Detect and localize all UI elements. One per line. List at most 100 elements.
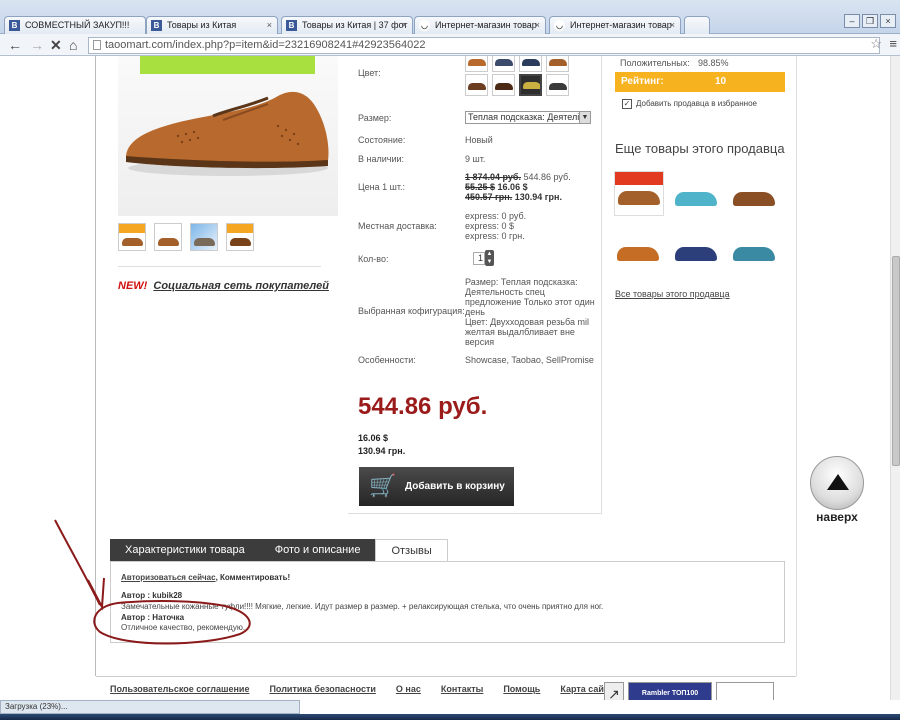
footer-link-help[interactable]: Помощь — [503, 684, 540, 694]
browser-tab[interactable]: ◡ Интернет-магазин товар × — [549, 16, 681, 34]
chevron-down-icon: ▼ — [579, 112, 590, 123]
seller-item[interactable] — [614, 171, 664, 216]
new-tab-button[interactable] — [684, 16, 710, 34]
more-seller-items-title: Еще товары этого продавца — [615, 141, 785, 156]
tab-characteristics[interactable]: Характеристики товара — [110, 539, 260, 561]
config-line: Цвет: Двухходовая резьба mil — [465, 317, 589, 327]
window-controls: – ❐ × — [844, 14, 896, 28]
footer-link-about[interactable]: О нас — [396, 684, 421, 694]
stop-icon[interactable]: ✕ — [50, 37, 62, 53]
config-line: Размер: Теплая подсказка: — [465, 277, 578, 287]
seller-rating-bar: Рейтинг: 10 — [615, 72, 785, 92]
back-arrow-icon[interactable]: ← — [8, 37, 22, 53]
comment-prompt: , Комментировать! — [215, 573, 291, 582]
back-to-top-button[interactable]: наверх — [810, 456, 864, 524]
add-to-cart-button[interactable]: 🛒 Добавить в корзину — [359, 467, 514, 506]
author-name: kubik28 — [152, 591, 183, 600]
add-seller-favorite[interactable]: ✓ Добавить продавца в избранное — [622, 99, 757, 109]
page-content: NEW! Социальная сеть покупателей Цвет: Р… — [0, 56, 900, 700]
color-label: Цвет: — [358, 68, 381, 78]
tab-label: Интернет-магазин товар — [435, 20, 537, 30]
rating-value: 10 — [715, 76, 727, 87]
browser-tab[interactable]: В Товары из Китая × — [146, 16, 278, 34]
seller-item[interactable] — [730, 226, 780, 271]
size-select[interactable]: Теплая подсказка: Деятелі ▼ — [465, 111, 591, 124]
delivery-uah: express: 0 грн. — [465, 231, 525, 241]
footer-link-privacy[interactable]: Политика безопасности — [269, 684, 375, 694]
author-name: Наточка — [152, 613, 185, 622]
taskbar — [0, 714, 900, 720]
browser-tab[interactable]: В Товары из Китая | 37 фот × — [281, 16, 413, 34]
tab-photo-description[interactable]: Фото и описание — [259, 539, 376, 561]
thumbnail-3[interactable] — [190, 223, 218, 251]
home-icon[interactable]: ⌂ — [69, 37, 77, 53]
checkbox-icon[interactable]: ✓ — [622, 99, 632, 109]
url-input[interactable]: taoomart.com/index.php?p=item&id=2321690… — [88, 37, 880, 54]
tab-label: СОВМЕСТНЫЙ ЗАКУП!!! — [25, 20, 130, 30]
footer-links: Пользовательское соглашение Политика без… — [110, 684, 613, 694]
seller-item[interactable] — [672, 226, 722, 271]
menu-icon[interactable]: ≡ — [889, 36, 897, 51]
price-usd: 55.25 $ 16.06 $ — [465, 182, 528, 192]
config-line: Деятельность спец — [465, 287, 545, 297]
browser-tab[interactable]: В СОВМЕСТНЫЙ ЗАКУП!!! — [4, 16, 146, 34]
social-network-link[interactable]: Социальная сеть покупателей — [153, 280, 329, 292]
seller-item[interactable] — [672, 171, 722, 216]
color-swatch[interactable] — [546, 74, 569, 96]
color-swatch[interactable] — [465, 56, 488, 72]
loading-icon: ◡ — [419, 20, 430, 31]
new-price-usd: 16.06 $ — [497, 182, 528, 192]
vk-icon: В — [9, 20, 20, 31]
color-swatch[interactable] — [519, 56, 542, 72]
color-swatch[interactable] — [465, 74, 488, 96]
old-price-rub: 1 874.04 руб. — [465, 172, 521, 182]
arrow-icon[interactable]: ↗ — [604, 682, 624, 700]
tab-label: Интернет-магазин товар — [570, 20, 672, 30]
old-price-usd: 55.25 $ — [465, 182, 496, 192]
close-window-icon[interactable]: × — [880, 14, 896, 28]
scrollbar[interactable] — [890, 56, 900, 700]
liveinternet-counter[interactable] — [716, 682, 774, 700]
color-swatch-selected[interactable] — [519, 74, 542, 96]
browser-tab-bar: В СОВМЕСТНЫЙ ЗАКУП!!! В Товары из Китая … — [0, 0, 900, 34]
color-swatch[interactable] — [546, 56, 569, 72]
status-bar: Загрузка (23%)... — [0, 700, 300, 714]
seller-item[interactable] — [614, 226, 664, 271]
login-link[interactable]: Авторизоваться сейчас — [121, 573, 216, 582]
config-line: день — [465, 307, 485, 317]
config-label: Выбранная кофигурация: — [358, 306, 465, 316]
quantity-stepper[interactable]: ▲ ▼ — [485, 250, 494, 266]
delivery-usd: express: 0 $ — [465, 221, 515, 231]
positive-label: Положительных: — [620, 58, 690, 68]
thumbnail-4[interactable] — [226, 223, 254, 251]
forward-arrow-icon[interactable]: → — [30, 37, 44, 53]
close-icon[interactable]: × — [670, 17, 675, 33]
browser-tab[interactable]: ◡ Интернет-магазин товар × — [414, 16, 546, 34]
thumbnail-2[interactable] — [154, 223, 182, 251]
review-author: Автор : Наточка — [121, 613, 184, 622]
product-main-image[interactable] — [118, 56, 338, 216]
thumbnail-1[interactable] — [118, 223, 146, 251]
product-thumbnails — [118, 223, 254, 251]
footer-link-agreement[interactable]: Пользовательское соглашение — [110, 684, 249, 694]
color-swatch[interactable] — [492, 56, 515, 72]
stock-value: 9 шт. — [465, 154, 486, 164]
scrollbar-thumb[interactable] — [892, 256, 900, 466]
tab-label: Товары из Китая — [167, 20, 237, 30]
all-seller-items-link[interactable]: Все товары этого продавца — [615, 289, 730, 299]
minimize-icon[interactable]: – — [844, 14, 860, 28]
close-icon[interactable]: × — [267, 17, 272, 33]
rambler-counter[interactable]: Rambler ТОП100 — [628, 682, 712, 700]
size-select-value: Теплая подсказка: Деятелі — [468, 112, 580, 122]
close-icon[interactable]: × — [535, 17, 540, 33]
close-icon[interactable]: × — [402, 17, 407, 33]
review-text: Замечательные кожанные туфли!!!! Мягкие,… — [121, 602, 604, 611]
vk-icon: В — [286, 20, 297, 31]
color-swatch[interactable] — [492, 74, 515, 96]
footer-link-contacts[interactable]: Контакты — [441, 684, 483, 694]
bookmark-star-icon[interactable]: ☆ — [870, 36, 882, 52]
maximize-icon[interactable]: ❐ — [862, 14, 878, 28]
quantity-input[interactable]: 1 — [473, 252, 485, 265]
seller-item[interactable] — [730, 171, 780, 216]
tab-reviews[interactable]: Отзывы — [375, 539, 448, 561]
